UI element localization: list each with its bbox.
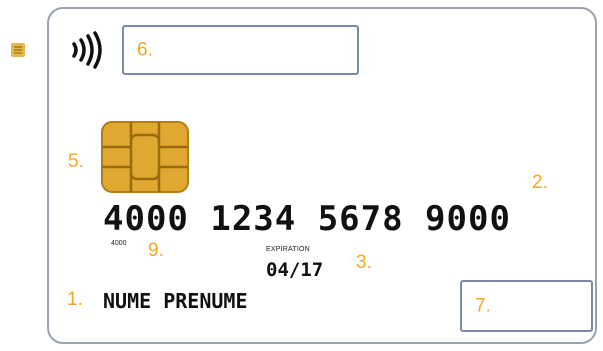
callout-7: 7.: [475, 295, 491, 317]
label-box-6: 6.: [122, 25, 359, 75]
callout-6: 6.: [137, 39, 153, 61]
label-box-7: 7.: [460, 280, 593, 332]
chip-icon: [101, 121, 189, 193]
card-number-short: 4000: [111, 240, 127, 247]
expiration-date: 04/17: [266, 259, 324, 281]
contactless-icon: [72, 31, 102, 69]
callout-1: 1.: [67, 289, 83, 310]
callout-2: 2.: [532, 172, 548, 193]
callout-5: 5.: [68, 151, 84, 172]
callout-9: 9.: [148, 240, 164, 261]
card-number: 4000 1234 5678 9000: [103, 199, 511, 239]
hologram-icon: [11, 43, 25, 57]
callout-3: 3.: [356, 252, 372, 273]
expiration-label: EXPIRATION: [266, 246, 310, 253]
cardholder-name: NUME PRENUME: [103, 289, 248, 313]
